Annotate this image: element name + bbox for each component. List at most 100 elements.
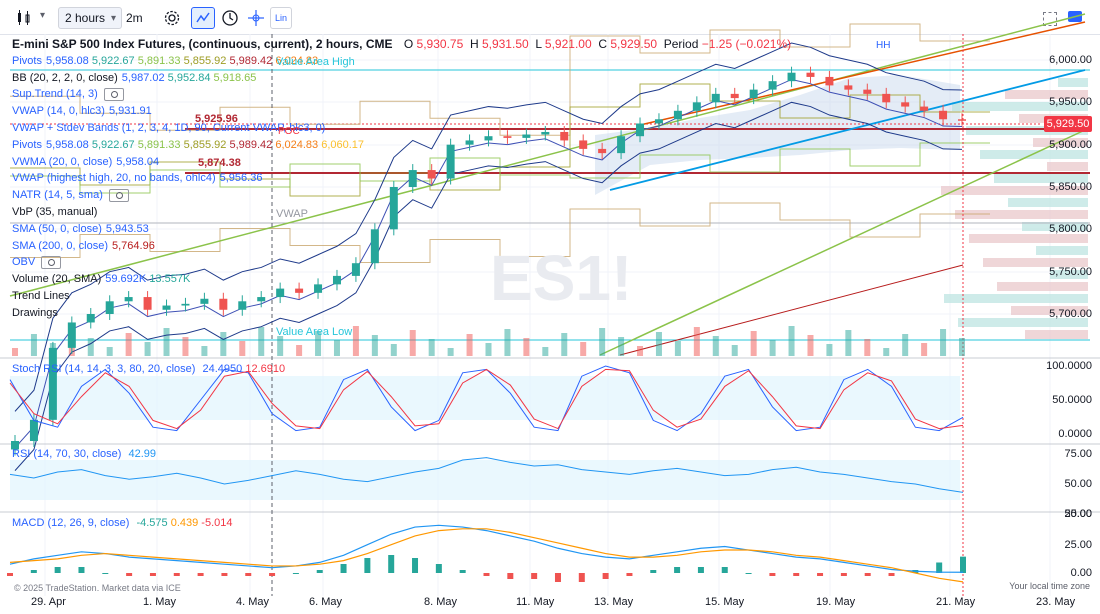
legend-row[interactable]: VWMA (20, 0, close) 5,958.04 (12, 154, 791, 171)
legend-row[interactable]: Volume (20, SMA) 59.692K 13.557K (12, 271, 791, 288)
macd-hist-bar (459, 570, 466, 573)
legend-value: 5,956.36 (219, 172, 263, 185)
time-tick: 21. May (936, 596, 976, 608)
rsi-name[interactable]: RSI (14, 70, 30, close) (12, 448, 121, 460)
indicator-tick: 0.00 (1070, 567, 1092, 579)
profile-bar (980, 150, 1088, 159)
macd-name[interactable]: MACD (12, 26, 9, close) (12, 517, 129, 529)
legend-row[interactable]: Drawings (12, 305, 791, 322)
macd-hist-bar (650, 570, 657, 573)
volume-bar (731, 345, 738, 356)
stoch-k-value: 24.4950 (202, 363, 243, 375)
legend-value: 5,952.84 (167, 71, 214, 84)
legend-value: 5,958.08 (45, 54, 92, 67)
time-tick: 1. May (143, 596, 177, 608)
macd-hist-bar (864, 573, 871, 576)
legend-value: 13.557K (149, 273, 191, 286)
legend-name: NATR (14, 5, sma) (12, 189, 103, 202)
time-tick: 13. May (594, 596, 634, 608)
profile-bar (997, 282, 1088, 291)
macd-hist-bar (888, 573, 895, 576)
macd-hist-bar (388, 555, 395, 573)
volume-bar (428, 339, 435, 356)
timezone-label[interactable]: Your local time zone (1009, 581, 1090, 591)
volume-bar (466, 334, 473, 356)
volume-bar (523, 338, 530, 356)
legend-value: 5,958.04 (116, 155, 160, 168)
eye-icon[interactable] (41, 255, 62, 269)
legend-row[interactable]: SMA (200, 0, close) 5,764.96 (12, 238, 791, 255)
legend-row[interactable]: Trend Lines (12, 288, 791, 305)
legend-row[interactable]: Pivots 5,958.08 5,922.67 5,891.33 5,855.9… (12, 53, 791, 70)
macd-hist-bar (149, 573, 156, 576)
volume-bar (599, 328, 606, 356)
legend-value: 5,989.42 (229, 138, 276, 151)
h-label: H (469, 37, 479, 51)
hh-label: HH (876, 40, 891, 51)
o-value: 5,930.75 (416, 37, 464, 51)
legend-row[interactable]: Sup.Trend (14, 3) (12, 86, 791, 103)
macd-hist-bar (936, 562, 943, 573)
profile-bar (944, 294, 1088, 303)
legend-value: 5,922.67 (91, 138, 138, 151)
symbol-title-row: E-mini S&P 500 Index Futures, (continuou… (12, 36, 791, 53)
macd-hist-bar (745, 573, 752, 574)
legend: E-mini S&P 500 Index Futures, (continuou… (12, 36, 791, 322)
vwap-label: VWAP (276, 208, 308, 220)
macd-hist-bar (245, 573, 252, 576)
volume-bar (921, 343, 928, 356)
legend-row[interactable]: VWAP + Stdev Bands (1, 2, 3, 4, 1D, 90, … (12, 120, 791, 137)
volume-bar (712, 336, 719, 356)
macd-hist-bar (793, 573, 800, 576)
macd-hist-bar (674, 567, 681, 573)
macd-hist-bar (817, 573, 824, 576)
time-tick: 23. May (1036, 596, 1076, 608)
volume-bar (220, 332, 227, 356)
legend-row[interactable]: SMA (50, 0, close) 5,943.53 (12, 221, 791, 238)
volume-bar (902, 334, 909, 356)
legend-name: BB (20, 2, 2, 0, close) (12, 71, 118, 84)
legend-value: 59.692K (105, 273, 150, 286)
eye-icon[interactable] (103, 87, 124, 101)
stoch-name[interactable]: Stoch RSI (14, 14, 3, 3, 80, 20, close) (12, 363, 195, 375)
volume-bar (655, 332, 662, 356)
c-value: 5,929.50 (610, 37, 658, 51)
candle-body (29, 419, 38, 441)
legend-row[interactable]: VWAP (14, 0, hlc3) 5,931.91 (12, 103, 791, 120)
time-tick: 19. May (816, 596, 856, 608)
legend-name: Drawings (12, 306, 58, 319)
macd-hist-bar (30, 570, 37, 573)
volume-bar (826, 344, 833, 356)
macd-hist-bar (578, 573, 585, 582)
volume-bar (258, 327, 265, 356)
legend-name: Sup.Trend (14, 3) (12, 88, 98, 101)
legend-row[interactable]: VbP (35, manual) (12, 204, 791, 221)
eye-icon[interactable] (108, 188, 129, 202)
legend-row[interactable]: NATR (14, 5, sma) (12, 187, 791, 204)
candle-body (882, 93, 891, 103)
volume-bar (390, 344, 397, 356)
legend-row[interactable]: Pivots 5,958.08 5,922.67 5,891.33 5,855.9… (12, 137, 791, 154)
candle-body (67, 322, 76, 348)
l-value: 5,921.00 (544, 37, 592, 51)
macd-hist-bar (269, 573, 276, 576)
value-area-high-label: Value Area High (276, 56, 355, 68)
volume-bar (769, 340, 776, 356)
rsi-legend: RSI (14, 70, 30, close) 42.99 (12, 448, 156, 460)
price-tick: 5,950.00 (1049, 96, 1092, 108)
profile-bar (969, 234, 1088, 243)
candle-body (863, 89, 872, 94)
macd-hist-bar (126, 573, 133, 576)
macd-hist-bar (721, 567, 728, 573)
profile-bar (1008, 198, 1088, 207)
symbol-title[interactable]: E-mini S&P 500 Index Futures, (continuou… (12, 37, 393, 51)
profile-bar (1025, 330, 1088, 339)
candle-body (920, 106, 929, 111)
legend-row[interactable]: OBV (12, 254, 791, 271)
legend-value: 5,958.08 (45, 138, 92, 151)
legend-row[interactable]: VWAP (highest high, 20, no bands, ohlc4)… (12, 170, 791, 187)
indicator-tick: 75.00 (1064, 448, 1092, 460)
volume-bar (239, 341, 246, 356)
h-value: 5,931.50 (481, 37, 529, 51)
legend-row[interactable]: BB (20, 2, 2, 0, close) 5,987.02 5,952.84… (12, 70, 791, 87)
